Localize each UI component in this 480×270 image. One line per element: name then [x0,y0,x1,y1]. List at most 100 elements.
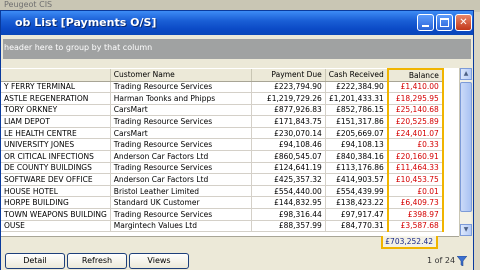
cell-payment-due: £144,832.95 [251,196,326,210]
cell-job: LE HEALTH CENTRE [1,127,111,140]
close-icon: ✕ [459,17,468,28]
cell-balance: £20,160.91 [386,150,444,163]
cell-customer: Anderson Car Factors Ltd [110,173,252,186]
cell-customer: Standard UK Customer [110,196,252,210]
group-by-hint: header here to group by that column [4,43,153,52]
cell-customer: Trading Resource Services [110,162,252,175]
column-header-customer-name[interactable]: Customer Name [110,69,252,82]
refresh-button[interactable]: Refresh [67,253,127,269]
job-list-window: ob List [Payments O/S] ✕ header here to … [0,10,474,270]
cell-customer: Trading Resource Services [110,208,252,221]
cell-payment-due: £230,070.14 [251,127,326,140]
cell-job: UNIVERSITY JONES [1,138,111,152]
table-row[interactable]: ASTLE REGENERATION Harman Toonks and Phip… [1,92,444,105]
table-row[interactable]: HORPE BUILDING Standard UK Customer £144,8… [1,196,444,210]
cell-balance: £18,295.95 [386,92,444,105]
cell-customer: Anderson Car Factors Ltd [110,150,252,163]
cell-payment-due: £88,357.99 [251,220,326,233]
table-row[interactable]: LE HEALTH CENTRE CarsMart £230,070.14 £205,… [1,127,444,140]
minimize-button[interactable] [417,14,434,31]
table-row[interactable]: OUSE Margintech Values Ltd £88,357.99 £84,7… [1,220,444,233]
scroll-down-arrow-icon[interactable]: ▼ [460,224,472,236]
page-indicator: 1 of 24 [427,256,456,265]
cell-balance: £24,401.07 [386,127,444,140]
detail-button[interactable]: Detail [5,253,65,269]
cell-job: HORPE BUILDING [1,196,111,210]
job-grid: Customer Name Payment Due Cash Received … [1,68,459,236]
minimize-icon [422,25,429,27]
cell-payment-due: £425,357.32 [251,173,326,186]
cell-payment-due: £98,316.44 [251,208,326,221]
cell-customer: Bristol Leather Limited [110,185,252,198]
cell-balance: £398.97 [386,208,444,221]
table-row[interactable]: UNIVERSITY JONES Trading Resource Service… [1,138,444,152]
cell-balance: £11,464.33 [386,162,444,175]
cell-payment-due: £860,545.07 [251,150,326,163]
cell-payment-due: £554,440.00 [251,185,326,198]
background-app-text: Peugeot CIS [4,0,53,9]
table-row[interactable]: OR CITICAL INFECTIONS Anderson Car Factor… [1,150,444,163]
group-by-area[interactable]: header here to group by that column [3,39,471,59]
cell-job: OUSE [1,220,111,233]
column-header-cash-received[interactable]: Cash Received [325,69,389,82]
filter-funnel-icon[interactable] [457,256,467,266]
scroll-up-arrow-icon[interactable]: ▲ [460,68,472,80]
scrollbar-thumb[interactable] [460,82,472,212]
cell-payment-due: £223,794.90 [251,81,326,94]
cell-job: HOUSE HOTEL [1,185,111,198]
cell-customer: Harman Toonks and Phipps [110,92,252,105]
vertical-scrollbar[interactable]: ▲ ▼ [459,68,472,236]
cell-job: OR CITICAL INFECTIONS [1,150,111,163]
maximize-icon [440,18,449,27]
table-row[interactable]: LIAM DEPOT Trading Resource Services £171,… [1,115,444,128]
cell-cash-received: £554,439.99 [325,185,389,198]
cell-balance: £20,525.89 [386,115,444,128]
cell-customer: CarsMart [110,104,252,117]
column-header-balance[interactable]: Balance [386,68,444,82]
cell-payment-due: £877,926.83 [251,104,326,117]
cell-cash-received: £852,786.15 [325,104,389,117]
cell-balance: £6,409.73 [386,196,444,210]
close-button[interactable]: ✕ [455,14,472,31]
table-row[interactable]: SOFTWARE DEV OFFICE Anderson Car Factors … [1,173,444,186]
cell-cash-received: £94,108.13 [325,138,389,152]
table-row[interactable]: DE COUNTY BUILDINGS Trading Resource Serv… [1,162,444,175]
window-title: ob List [Payments O/S] [15,16,157,29]
cell-customer: Trading Resource Services [110,81,252,94]
cell-customer: CarsMart [110,127,252,140]
cell-cash-received: £138,423.22 [325,196,389,210]
job-table: Customer Name Payment Due Cash Received … [1,68,444,233]
cell-job: TOWN WEAPONS BUILDING [1,208,111,221]
column-header-job[interactable] [1,69,111,82]
cell-job: TORY ORKNEY [1,104,111,117]
cell-cash-received: £113,176.86 [325,162,389,175]
cell-payment-due: £1,219,729.26 [251,92,326,105]
cell-cash-received: £1,201,433.31 [325,92,389,105]
cell-balance: £3,587.68 [386,220,444,233]
cell-job: SOFTWARE DEV OFFICE [1,173,111,186]
column-header-payment-due[interactable]: Payment Due [251,69,326,82]
cell-cash-received: £222,384.90 [325,81,389,94]
views-button[interactable]: Views [129,253,189,269]
table-row[interactable]: TOWN WEAPONS BUILDING Trading Resource Se… [1,208,444,221]
title-bar[interactable]: ob List [Payments O/S] ✕ [1,11,473,35]
button-bar: Detail Refresh Views 1 of 24 [1,251,473,270]
maximize-button[interactable] [436,14,453,31]
cell-job: LIAM DEPOT [1,115,111,128]
cell-customer: Trading Resource Services [110,138,252,152]
cell-cash-received: £151,317.86 [325,115,389,128]
balance-total: £703,252.42 [381,236,438,249]
cell-cash-received: £84,770.31 [325,220,389,233]
cell-cash-received: £414,903.57 [325,173,389,186]
table-row[interactable]: HOUSE HOTEL Bristol Leather Limited £554,4… [1,185,444,198]
cell-balance: £25,140.68 [386,104,444,117]
cell-job: Y FERRY TERMINAL [1,81,111,94]
table-row[interactable]: TORY ORKNEY CarsMart £877,926.83 £852,786.1… [1,104,444,117]
cell-job: ASTLE REGENERATION [1,92,111,105]
header-row: Customer Name Payment Due Cash Received … [1,68,444,82]
cell-balance: £0.01 [386,185,444,198]
cell-customer: Margintech Values Ltd [110,220,252,233]
table-row[interactable]: Y FERRY TERMINAL Trading Resource Service… [1,81,444,94]
cell-payment-due: £171,843.75 [251,115,326,128]
cell-payment-due: £94,108.46 [251,138,326,152]
